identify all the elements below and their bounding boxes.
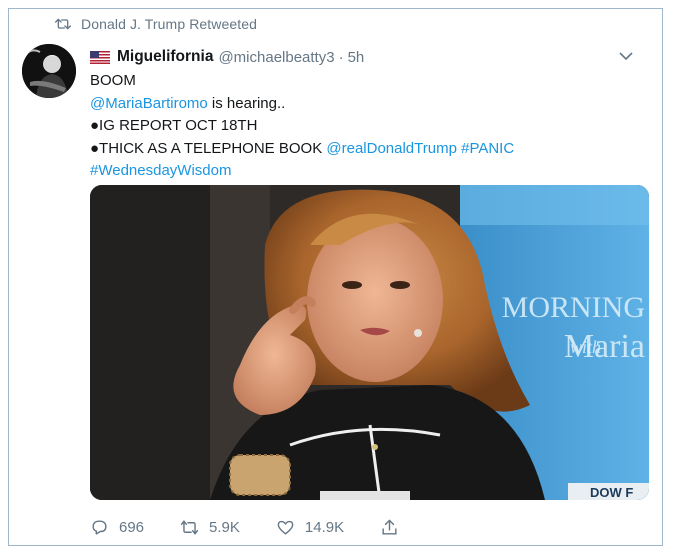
display-name[interactable]: Miguelifornia: [117, 48, 213, 66]
hashtag-link[interactable]: #PANIC: [461, 140, 514, 157]
retweet-action-icon: [180, 519, 199, 535]
tweet-line: ●IG REPORT OCT 18TH: [90, 117, 258, 134]
reply-count: 696: [119, 518, 145, 536]
hashtag-link[interactable]: #WednesdayWisdom: [90, 162, 231, 179]
retweet-icon: [55, 18, 71, 30]
like-icon: [277, 520, 294, 535]
us-flag-icon: [90, 50, 110, 64]
chevron-down-icon[interactable]: [619, 51, 633, 61]
tweet-line: #WednesdayWisdom: [90, 160, 640, 183]
user-handle[interactable]: @michaelbeatty3: [218, 49, 334, 66]
tweet-text-segment: is hearing..: [207, 94, 286, 112]
tv-overlay-morning: MORNING: [502, 291, 645, 324]
like-button[interactable]: 14.9K: [276, 518, 344, 537]
tweet-text: BOOM @MariaBartiromo is hearing.. ●IG RE…: [90, 70, 640, 183]
timestamp[interactable]: 5h: [348, 49, 365, 66]
mention-link[interactable]: @MariaBartiromo: [90, 95, 208, 112]
tweet-media-image[interactable]: MORNING with Maria DOW F: [90, 185, 649, 500]
tv-ticker: DOW F: [590, 485, 633, 500]
retweet-count: 5.9K: [209, 518, 240, 536]
tweet-line: @MariaBartiromo is hearing..: [90, 93, 640, 116]
tweet-line: BOOM: [90, 72, 136, 89]
tweet-line: ●THICK AS A TELEPHONE BOOK @realDonaldTr…: [90, 138, 640, 161]
tweet-actions: 696 5.9K 14.9K: [90, 514, 450, 540]
reply-button[interactable]: 696: [90, 518, 144, 537]
reply-icon: [92, 519, 107, 535]
like-count: 14.9K: [304, 518, 345, 536]
retweet-button[interactable]: 5.9K: [180, 518, 240, 537]
share-button[interactable]: [380, 518, 399, 537]
tv-overlay-maria: Maria: [564, 328, 645, 365]
tweet-header: Miguelifornia @michaelbeatty3 · 5h: [90, 46, 645, 68]
share-icon: [382, 519, 397, 535]
separator-dot: ·: [338, 48, 344, 66]
mention-link[interactable]: @realDonaldTrump: [326, 140, 457, 157]
tweet-text-segment: ●THICK AS A TELEPHONE BOOK: [90, 139, 327, 157]
retweet-context: Donald J. Trump Retweeted: [55, 14, 257, 34]
avatar[interactable]: [22, 44, 76, 98]
retweet-context-text[interactable]: Donald J. Trump Retweeted: [81, 16, 257, 32]
